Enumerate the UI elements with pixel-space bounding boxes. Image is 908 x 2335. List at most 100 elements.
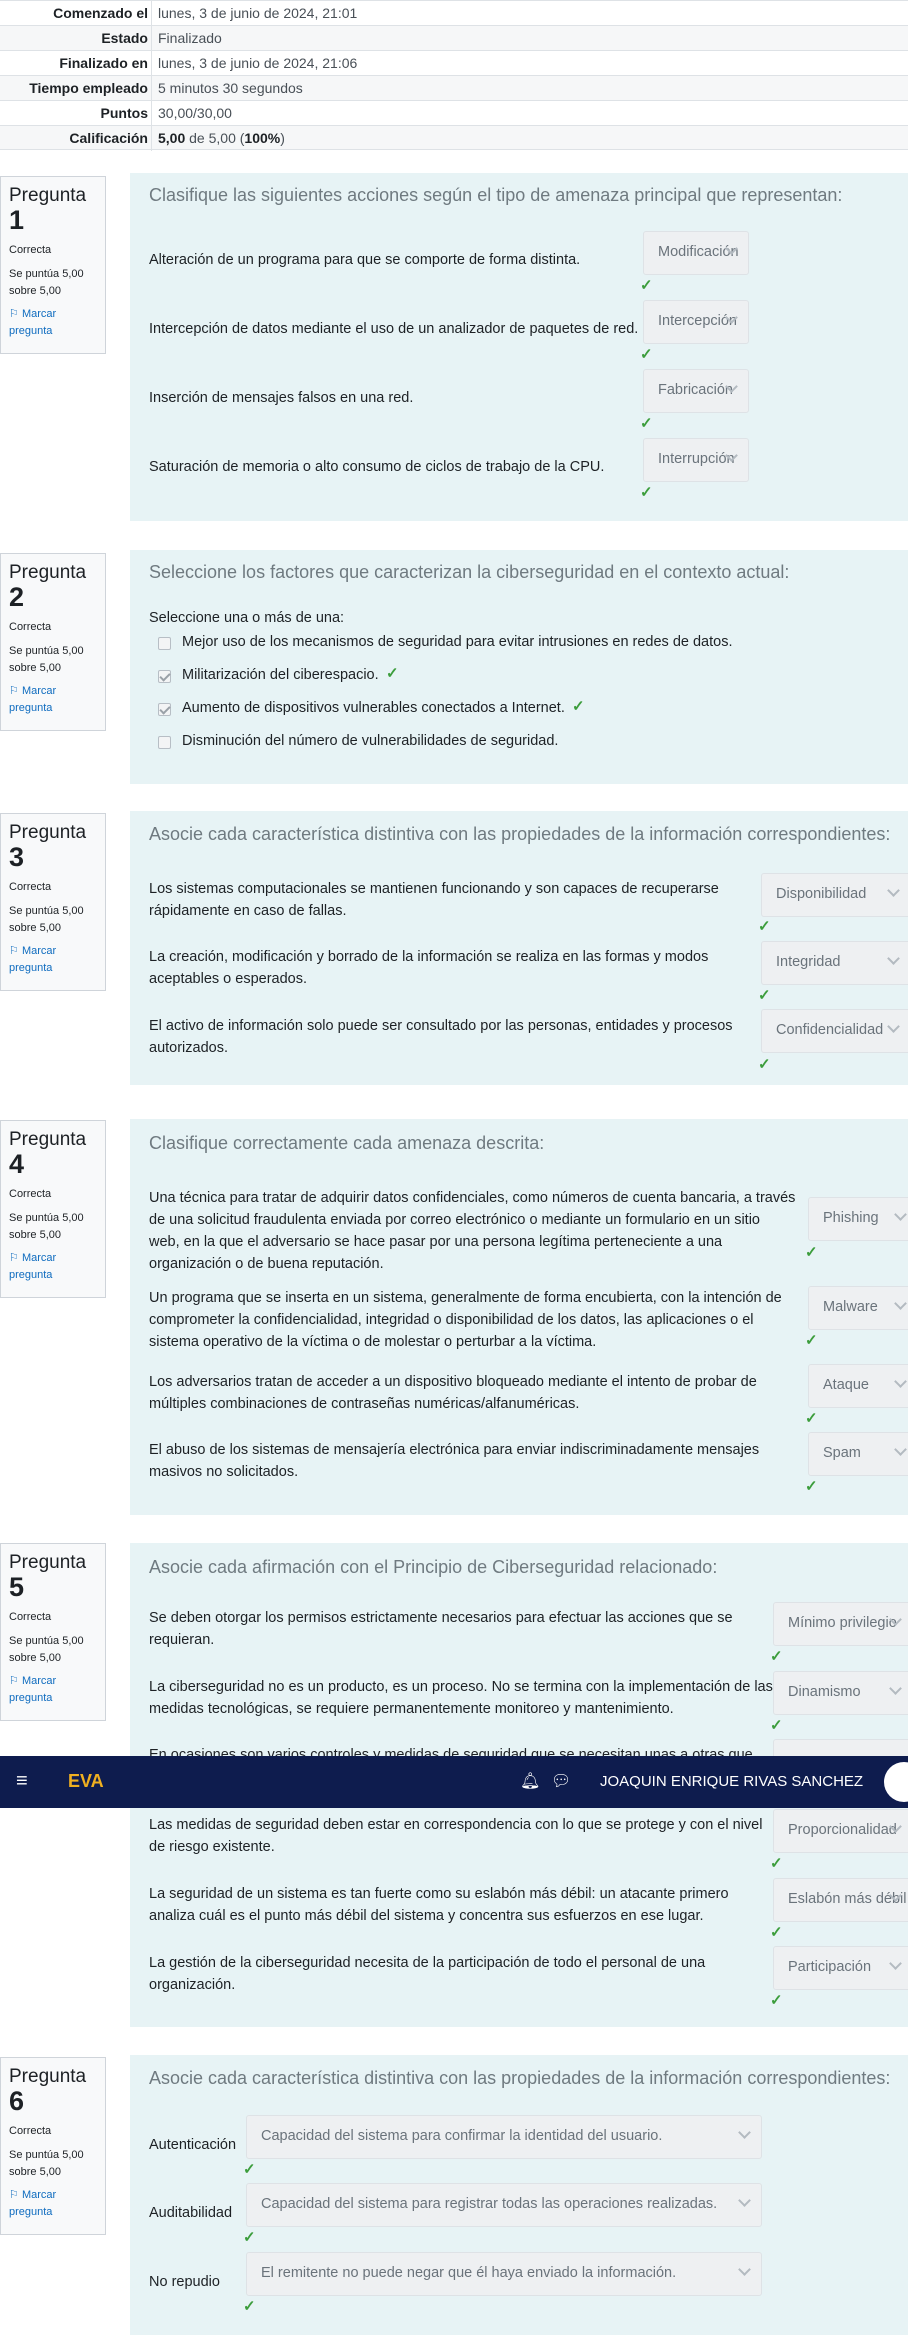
summary-row-grade: Calificación 5,00 de 5,00 (100%) bbox=[0, 125, 908, 151]
question-grade: Se puntúa 5,00 sobre 5,00 bbox=[9, 1212, 84, 1241]
answer-select[interactable]: Modificación bbox=[643, 231, 749, 275]
chevron-down-icon bbox=[738, 2126, 751, 2139]
chevron-down-icon bbox=[889, 1957, 902, 1970]
check-icon: ✓ bbox=[572, 698, 585, 715]
chat-icon[interactable]: 💬︎ bbox=[551, 1771, 571, 1791]
question-info-2: Pregunta 2 Correcta Se puntúa 5,00 sobre … bbox=[0, 553, 106, 731]
check-icon: ✓ bbox=[805, 1332, 818, 1349]
answer-select[interactable]: Participación bbox=[773, 1946, 908, 1990]
flag-icon: ⚐ bbox=[9, 2189, 19, 2201]
question-number: 5 bbox=[9, 1572, 25, 1602]
answer-select[interactable]: El remitente no puede negar que él haya … bbox=[246, 2252, 762, 2296]
chevron-down-icon bbox=[894, 1208, 907, 1221]
question-state: Correcta bbox=[9, 881, 52, 893]
question-number: 2 bbox=[9, 582, 25, 612]
summary-row-time: Tiempo empleado 5 minutos 30 segundos bbox=[0, 75, 908, 101]
flag-question-link[interactable]: ⚐ Marcar pregunta bbox=[9, 683, 97, 717]
option-checkbox[interactable] bbox=[158, 736, 171, 749]
check-icon: ✓ bbox=[243, 2161, 256, 2178]
bell-icon[interactable]: 🔔︎ bbox=[520, 1771, 540, 1791]
check-icon: ✓ bbox=[770, 1924, 783, 1941]
question-state: Correcta bbox=[9, 1188, 52, 1200]
check-icon: ✓ bbox=[640, 277, 653, 294]
answer-select[interactable]: Confidencialidad bbox=[761, 1009, 908, 1053]
flag-icon: ⚐ bbox=[9, 1252, 19, 1264]
question-info-4: Pregunta 4 Correcta Se puntúa 5,00 sobre … bbox=[0, 1120, 106, 1298]
flag-icon: ⚐ bbox=[9, 1675, 19, 1687]
check-icon: ✓ bbox=[805, 1478, 818, 1495]
site-brand[interactable]: EVA bbox=[68, 1771, 104, 1792]
check-icon: ✓ bbox=[805, 1244, 818, 1261]
answer-select[interactable]: Disponibilidad bbox=[761, 873, 908, 917]
answer-select[interactable]: Ataque bbox=[808, 1364, 908, 1408]
answer-select[interactable]: Capacidad del sistema para registrar tod… bbox=[246, 2183, 762, 2227]
check-icon: ✓ bbox=[640, 346, 653, 363]
user-name[interactable]: JOAQUIN ENRIQUE RIVAS SANCHEZ bbox=[600, 1773, 863, 1790]
answer-select[interactable]: Phishing bbox=[808, 1197, 908, 1241]
question-text: Clasifique correctamente cada amenaza de… bbox=[149, 1133, 545, 1153]
question-number: 4 bbox=[9, 1149, 25, 1179]
answer-select[interactable]: Intercepción bbox=[643, 300, 749, 344]
question-grade: Se puntúa 5,00 sobre 5,00 bbox=[9, 645, 84, 674]
chevron-down-icon bbox=[887, 1020, 900, 1033]
flag-question-link[interactable]: ⚐ Marcar pregunta bbox=[9, 1673, 97, 1707]
answer-select[interactable]: Integridad bbox=[761, 941, 908, 985]
check-icon: ✓ bbox=[770, 1855, 783, 1872]
chevron-down-icon bbox=[887, 952, 900, 965]
answer-select[interactable]: Malware bbox=[808, 1286, 908, 1330]
chevron-down-icon bbox=[894, 1443, 907, 1456]
question-grade: Se puntúa 5,00 sobre 5,00 bbox=[9, 1635, 84, 1664]
flag-question-link[interactable]: ⚐ Marcar pregunta bbox=[9, 2187, 97, 2221]
answer-select[interactable]: Spam bbox=[808, 1432, 908, 1476]
flag-icon: ⚐ bbox=[9, 945, 19, 957]
flag-icon: ⚐ bbox=[9, 308, 19, 320]
answer-select[interactable]: Dinamismo bbox=[773, 1671, 908, 1715]
check-icon: ✓ bbox=[758, 1056, 771, 1073]
answer-select[interactable]: Eslabón más débil bbox=[773, 1878, 908, 1922]
avatar[interactable] bbox=[884, 1762, 908, 1802]
check-icon: ✓ bbox=[243, 2229, 256, 2246]
option-checkbox[interactable] bbox=[158, 637, 171, 650]
option-checkbox[interactable] bbox=[158, 703, 171, 716]
question-content-2: Seleccione los factores que caracterizan… bbox=[130, 550, 908, 784]
summary-row-state: Estado Finalizado bbox=[0, 25, 908, 51]
summary-row-points: Puntos 30,00/30,00 bbox=[0, 100, 908, 126]
answer-select[interactable]: Mínimo privilegio bbox=[773, 1602, 908, 1646]
answer-select[interactable]: Fabricación bbox=[643, 369, 749, 413]
summary-row-finished: Finalizado en lunes, 3 de junio de 2024, … bbox=[0, 50, 908, 76]
question-state: Correcta bbox=[9, 2125, 52, 2137]
question-content-1: Clasifique las siguientes acciones según… bbox=[130, 173, 908, 521]
option-checkbox[interactable] bbox=[158, 670, 171, 683]
answer-select[interactable]: Proporcionalidad bbox=[773, 1809, 908, 1853]
question-number: 3 bbox=[9, 842, 25, 872]
question-text: Asocie cada característica distintiva co… bbox=[149, 2068, 891, 2088]
question-text: Asocie cada afirmación con el Principio … bbox=[149, 1557, 718, 1577]
question-grade: Se puntúa 5,00 sobre 5,00 bbox=[9, 268, 84, 297]
answer-select[interactable]: Capacidad del sistema para confirmar la … bbox=[246, 2115, 762, 2159]
chevron-down-icon bbox=[738, 2263, 751, 2276]
check-icon: ✓ bbox=[770, 1648, 783, 1665]
question-state: Correcta bbox=[9, 244, 52, 256]
flag-question-link[interactable]: ⚐ Marcar pregunta bbox=[9, 306, 97, 340]
question-text: Clasifique las siguientes acciones según… bbox=[149, 185, 843, 205]
check-icon: ✓ bbox=[805, 1410, 818, 1427]
question-grade: Se puntúa 5,00 sobre 5,00 bbox=[9, 2149, 84, 2178]
check-icon: ✓ bbox=[758, 987, 771, 1004]
question-state: Correcta bbox=[9, 1611, 52, 1623]
check-icon: ✓ bbox=[770, 1992, 783, 2009]
question-state: Correcta bbox=[9, 621, 52, 633]
flag-question-link[interactable]: ⚐ Marcar pregunta bbox=[9, 943, 97, 977]
answer-select[interactable]: Interrupción bbox=[643, 438, 749, 482]
question-content-4: Clasifique correctamente cada amenaza de… bbox=[130, 1119, 908, 1515]
question-grade: Se puntúa 5,00 sobre 5,00 bbox=[9, 905, 84, 934]
chevron-down-icon bbox=[887, 884, 900, 897]
question-number: 1 bbox=[9, 205, 25, 235]
check-icon: ✓ bbox=[770, 1717, 783, 1734]
hamburger-icon[interactable]: ≡ bbox=[16, 1770, 28, 1793]
check-icon: ✓ bbox=[758, 918, 771, 935]
question-info-6: Pregunta 6 Correcta Se puntúa 5,00 sobre … bbox=[0, 2057, 106, 2235]
chevron-down-icon bbox=[889, 1682, 902, 1695]
question-text: Asocie cada característica distintiva co… bbox=[149, 824, 891, 844]
flag-question-link[interactable]: ⚐ Marcar pregunta bbox=[9, 1250, 97, 1284]
flag-icon: ⚐ bbox=[9, 685, 19, 697]
